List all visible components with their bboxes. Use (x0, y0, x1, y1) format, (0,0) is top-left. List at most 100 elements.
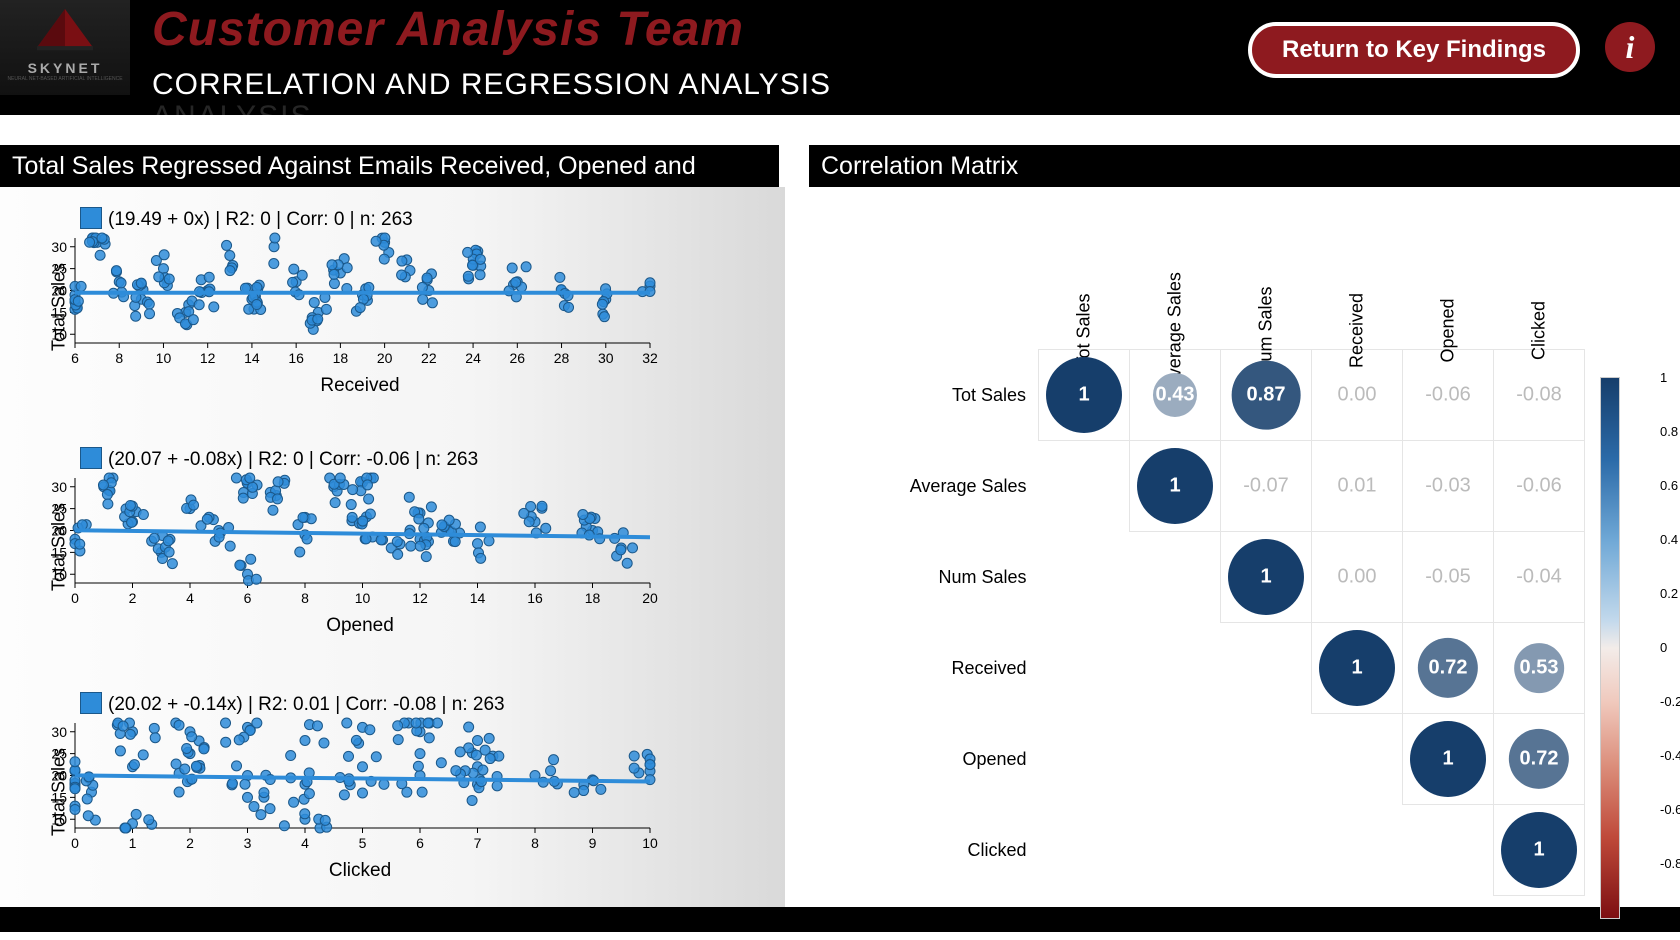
matrix-cell: 1 (1494, 805, 1585, 896)
legend-swatch-icon (80, 447, 102, 469)
legend-swatch-icon (80, 692, 102, 714)
colorbar-tick: 1 (1660, 370, 1667, 385)
svg-text:6: 6 (71, 350, 79, 366)
colorbar (1600, 377, 1620, 919)
matrix-cell: 0.87 (1221, 350, 1312, 441)
svg-text:5: 5 (359, 835, 367, 851)
svg-text:26: 26 (510, 350, 526, 366)
svg-text:16: 16 (288, 350, 304, 366)
svg-text:0: 0 (71, 835, 79, 851)
svg-text:0: 0 (71, 590, 79, 606)
matrix-cell: 1 (1403, 714, 1494, 805)
scatter-opened-legend: (20.07 + -0.08x) | R2: 0 | Corr: -0.06 |… (80, 447, 700, 471)
svg-text:12: 12 (200, 350, 216, 366)
matrix-cell: -0.07 (1221, 441, 1312, 532)
matrix-cell: 0.43 (1130, 350, 1221, 441)
matrix-cell: -0.08 (1494, 350, 1585, 441)
matrix-cell: -0.04 (1494, 532, 1585, 623)
page-title: Customer Analysis Team (152, 2, 744, 57)
svg-text:10: 10 (156, 350, 172, 366)
scatter-clicked-svg: 1015202530012345678910 (20, 718, 660, 853)
svg-text:22: 22 (421, 350, 437, 366)
matrix-cell: -0.05 (1403, 532, 1494, 623)
svg-text:2: 2 (129, 590, 137, 606)
colorbar-tick: 0.8 (1660, 424, 1678, 439)
svg-text:30: 30 (51, 479, 67, 495)
svg-text:3: 3 (244, 835, 252, 851)
svg-text:16: 16 (527, 590, 543, 606)
svg-text:8: 8 (115, 350, 123, 366)
svg-text:14: 14 (244, 350, 260, 366)
footer-bar (0, 907, 1680, 932)
matrix-cell: 1 (1039, 350, 1130, 441)
matrix-cell: 0.72 (1403, 623, 1494, 714)
scatter-clicked-legend-text: (20.02 + -0.14x) | R2: 0.01 | Corr: -0.0… (108, 694, 505, 715)
colorbar-tick: 0 (1660, 640, 1667, 655)
info-icon[interactable]: i (1605, 22, 1655, 72)
matrix-cell: 1 (1221, 532, 1312, 623)
section-title-bar: Total Sales Regressed Against Emails Rec… (0, 145, 1680, 187)
svg-text:10: 10 (642, 835, 658, 851)
matrix-cell: -0.06 (1494, 441, 1585, 532)
matrix-row-label: Received (885, 623, 1039, 714)
matrix-cell: 0.00 (1312, 350, 1403, 441)
matrix-cell: 0.01 (1312, 441, 1403, 532)
matrix-cell: 0.72 (1494, 714, 1585, 805)
matrix-cell: 0.53 (1494, 623, 1585, 714)
page-subtitle-ghost: ANALYSIS (152, 100, 313, 134)
scatter-opened: (20.07 + -0.08x) | R2: 0 | Corr: -0.06 |… (20, 447, 700, 647)
svg-text:30: 30 (51, 724, 67, 740)
left-section-title: Total Sales Regressed Against Emails Rec… (0, 145, 779, 187)
svg-text:18: 18 (585, 590, 601, 606)
svg-text:1: 1 (129, 835, 137, 851)
correlation-matrix: Tot SalesAverage SalesNum SalesReceivedO… (885, 217, 1585, 896)
scatter-received-svg: 101520253068101214161820222426283032 (20, 233, 660, 368)
scatter-received-legend: (19.49 + 0x) | R2: 0 | Corr: 0 | n: 263 (80, 207, 700, 231)
svg-text:8: 8 (301, 590, 309, 606)
matrix-cell: 1 (1130, 441, 1221, 532)
regression-charts-panel: (19.49 + 0x) | R2: 0 | Corr: 0 | n: 263 … (0, 187, 785, 907)
matrix-cell: -0.03 (1403, 441, 1494, 532)
scatter-received-xlabel: Received (20, 375, 700, 397)
svg-text:18: 18 (333, 350, 349, 366)
page-subtitle: CORRELATION AND REGRESSION ANALYSIS (152, 68, 831, 102)
matrix-cell: 1 (1312, 623, 1403, 714)
colorbar-tick: -0.8 (1660, 856, 1680, 871)
svg-text:7: 7 (474, 835, 482, 851)
scatter-clicked: (20.02 + -0.14x) | R2: 0.01 | Corr: -0.0… (20, 692, 700, 892)
svg-text:12: 12 (412, 590, 428, 606)
colorbar-tick: -0.6 (1660, 802, 1680, 817)
svg-text:4: 4 (301, 835, 309, 851)
colorbar-tick: -0.2 (1660, 694, 1680, 709)
svg-text:14: 14 (470, 590, 486, 606)
svg-text:2: 2 (186, 835, 194, 851)
scatter-received-legend-text: (19.49 + 0x) | R2: 0 | Corr: 0 | n: 263 (108, 209, 413, 230)
scatter-clicked-xlabel: Clicked (20, 860, 700, 882)
legend-swatch-icon (80, 207, 102, 229)
matrix-cell: 0.00 (1312, 532, 1403, 623)
skynet-logo-icon (30, 5, 100, 55)
matrix-row-label: Clicked (885, 805, 1039, 896)
scatter-opened-xlabel: Opened (20, 615, 700, 637)
svg-text:20: 20 (377, 350, 393, 366)
svg-text:6: 6 (416, 835, 424, 851)
scatter-received: (19.49 + 0x) | R2: 0 | Corr: 0 | n: 263 … (20, 207, 700, 407)
correlation-matrix-panel: Tot SalesAverage SalesNum SalesReceivedO… (785, 187, 1680, 907)
scatter-opened-ylabel: Total Sales (49, 503, 70, 591)
svg-text:6: 6 (244, 590, 252, 606)
svg-text:32: 32 (642, 350, 658, 366)
svg-text:4: 4 (186, 590, 194, 606)
matrix-row-label: Num Sales (885, 532, 1039, 623)
colorbar-tick: 0.2 (1660, 586, 1678, 601)
matrix-row-label: Average Sales (885, 441, 1039, 532)
svg-text:30: 30 (51, 239, 67, 255)
svg-text:8: 8 (531, 835, 539, 851)
return-button[interactable]: Return to Key Findings (1248, 22, 1580, 78)
svg-text:9: 9 (589, 835, 597, 851)
logo-text: SKYNET (0, 60, 130, 76)
svg-text:10: 10 (355, 590, 371, 606)
colorbar-tick: -0.4 (1660, 748, 1680, 763)
logo: SKYNET NEURAL NET-BASED ARTIFICIAL INTEL… (0, 0, 130, 95)
colorbar-tick: 0.6 (1660, 478, 1678, 493)
scatter-received-ylabel: Total Sales (49, 263, 70, 351)
